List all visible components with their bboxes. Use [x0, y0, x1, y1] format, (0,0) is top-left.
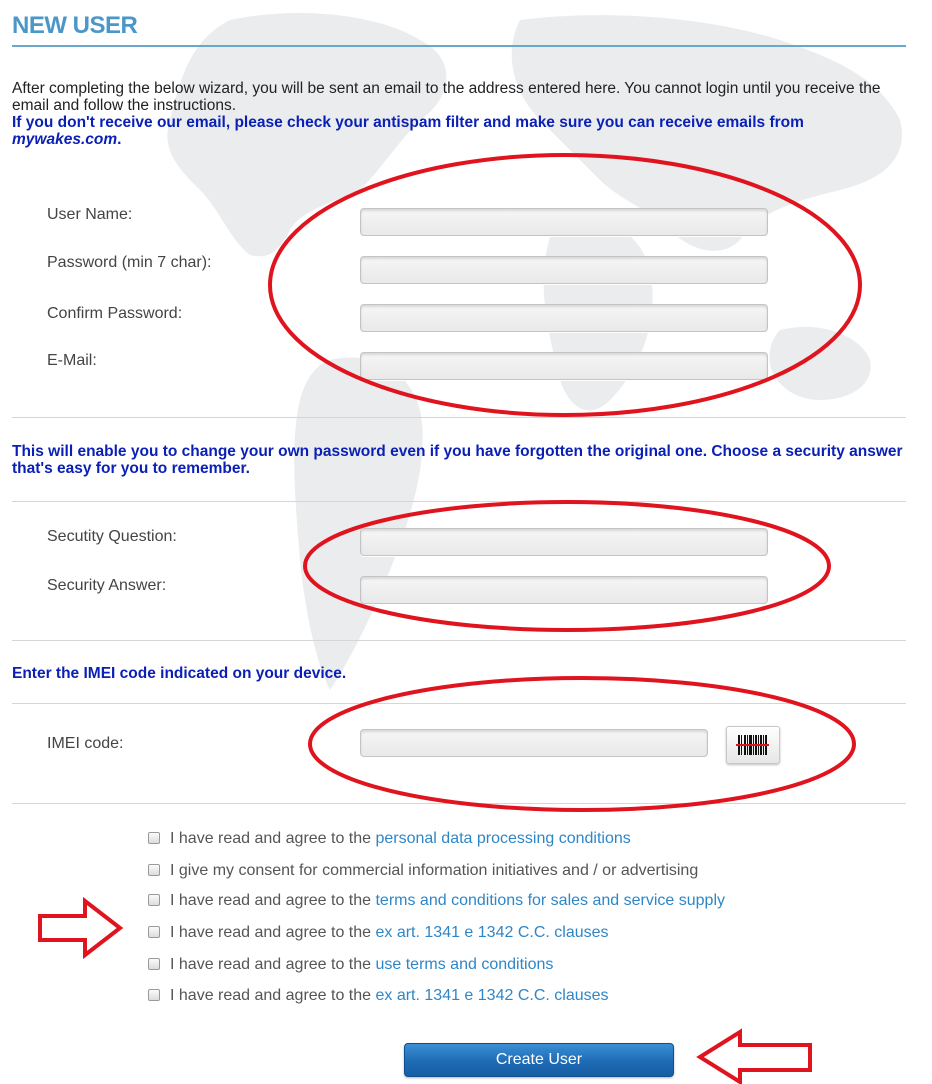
agreement-checkbox[interactable]	[148, 926, 160, 938]
scan-barcode-button[interactable]	[726, 726, 780, 764]
agreement-item: I have read and agree to the ex art. 134…	[148, 924, 609, 942]
security-question-input[interactable]	[360, 528, 768, 556]
antispam-notice-text: If you don't receive our email, please c…	[12, 114, 804, 131]
password-input[interactable]	[360, 256, 768, 284]
antispam-notice: If you don't receive our email, please c…	[12, 114, 912, 148]
username-input[interactable]	[360, 208, 768, 236]
imei-notice: Enter the IMEI code indicated on your de…	[12, 665, 347, 682]
confirm-password-input[interactable]	[360, 304, 768, 332]
agreement-link[interactable]: personal data processing conditions	[375, 830, 630, 847]
page-title: NEW USER	[12, 12, 138, 39]
section-divider	[12, 640, 906, 641]
password-label: Password (min 7 char):	[47, 254, 212, 271]
imei-input[interactable]	[360, 729, 708, 757]
agreement-item: I have read and agree to the use terms a…	[148, 956, 553, 974]
agreement-item: I have read and agree to the terms and c…	[148, 892, 725, 910]
new-user-page: NEW USER After completing the below wiza…	[0, 0, 932, 1084]
agreement-link[interactable]: ex art. 1341 e 1342 C.C. clauses	[375, 987, 608, 1004]
agreement-checkbox[interactable]	[148, 864, 160, 876]
confirm-password-label: Confirm Password:	[47, 305, 183, 322]
section-divider	[12, 417, 906, 418]
agreement-text: I have read and agree to the	[170, 830, 376, 847]
security-question-label: Secutity Question:	[47, 528, 177, 545]
antispam-notice-domain: mywakes.com	[12, 131, 118, 148]
create-user-button[interactable]: Create User	[404, 1043, 674, 1077]
agreement-checkbox[interactable]	[148, 958, 160, 970]
agreement-checkbox[interactable]	[148, 832, 160, 844]
email-label: E-Mail:	[47, 352, 97, 369]
agreement-text: I have read and agree to the	[170, 987, 376, 1004]
agreement-text: I have read and agree to the	[170, 956, 376, 973]
agreement-item: I have read and agree to the ex art. 134…	[148, 987, 609, 1005]
agreement-text: I have read and agree to the	[170, 924, 376, 941]
email-input[interactable]	[360, 352, 768, 380]
imei-label: IMEI code:	[47, 735, 124, 752]
agreement-link[interactable]: use terms and conditions	[375, 956, 553, 973]
agreement-text: I give my consent for commercial informa…	[170, 862, 699, 879]
title-divider	[12, 45, 906, 47]
agreement-link[interactable]: terms and conditions for sales and servi…	[375, 892, 725, 909]
barcode-icon	[736, 735, 769, 755]
antispam-notice-suffix: .	[117, 131, 122, 148]
security-answer-input[interactable]	[360, 576, 768, 604]
agreement-checkbox[interactable]	[148, 894, 160, 906]
agreement-link[interactable]: ex art. 1341 e 1342 C.C. clauses	[375, 924, 608, 941]
security-notice: This will enable you to change your own …	[12, 443, 903, 477]
security-answer-label: Security Answer:	[47, 577, 167, 594]
agreement-checkbox[interactable]	[148, 989, 160, 1001]
agreement-item: I give my consent for commercial informa…	[148, 862, 698, 880]
section-divider	[12, 703, 906, 704]
agreement-text: I have read and agree to the	[170, 892, 376, 909]
section-divider	[12, 501, 906, 502]
section-divider	[12, 803, 906, 804]
intro-text: After completing the below wizard, you w…	[12, 80, 881, 114]
agreement-item: I have read and agree to the personal da…	[148, 830, 631, 848]
username-label: User Name:	[47, 206, 133, 223]
